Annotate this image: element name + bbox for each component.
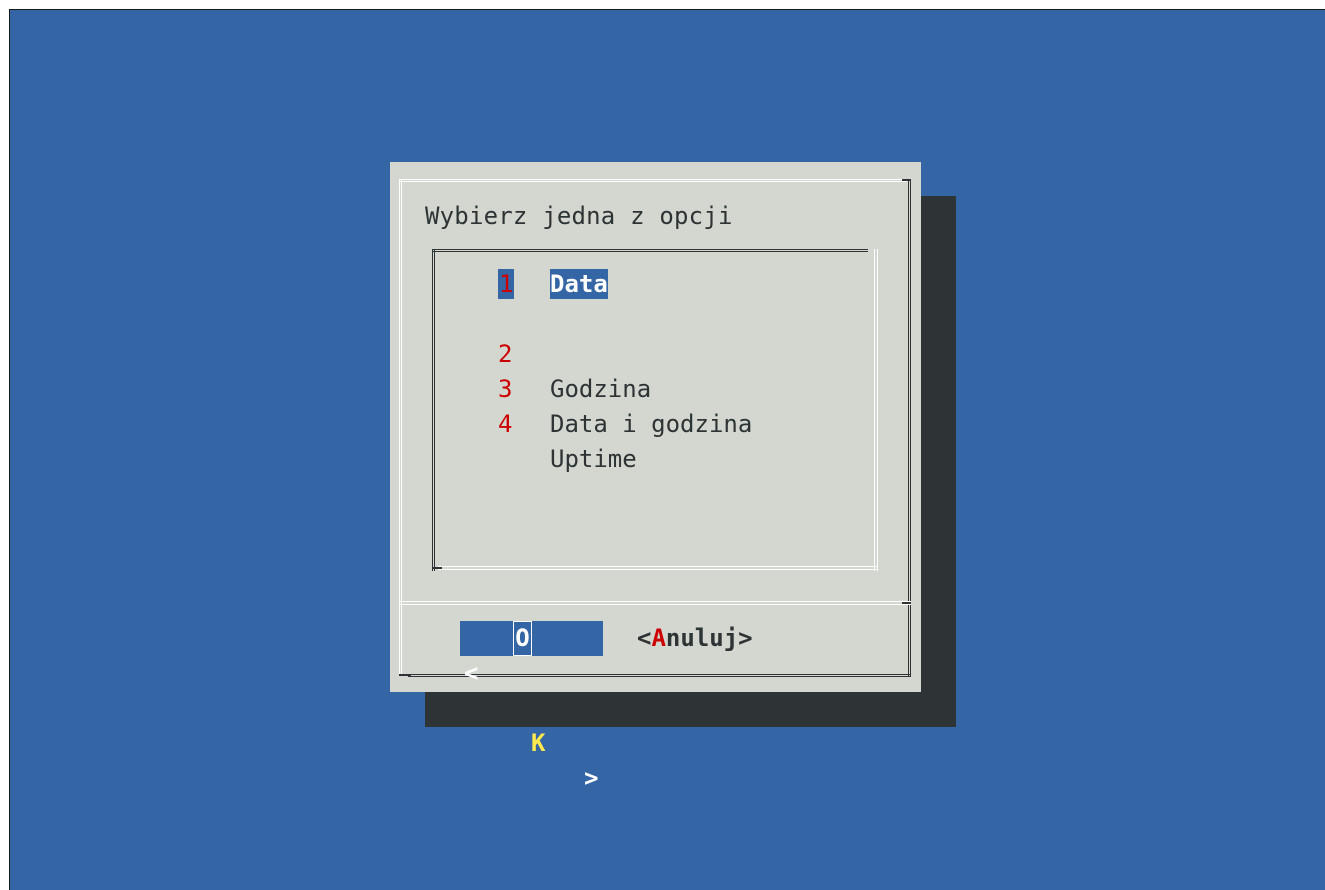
dialog-frame-corner (902, 179, 910, 181)
list-box-border-right (874, 249, 878, 571)
dialog-frame-top (399, 179, 907, 182)
menu-dialog: Wybierz jedna z opcji 1 Data 2 Godzina 3… (390, 162, 921, 792)
menu-item-godzina[interactable]: 2 Godzina (452, 302, 651, 403)
cancel-button-close: > (738, 624, 753, 652)
terminal-screen: Wybierz jedna z opcji 1 Data 2 Godzina 3… (9, 9, 1325, 890)
menu-item-label: Data (550, 269, 608, 299)
menu-item-label: Data i godzina (550, 410, 753, 438)
button-separator-cap (902, 602, 910, 604)
list-box-border-bottom (438, 566, 878, 570)
cancel-button[interactable]: <Anuluj> (637, 621, 753, 656)
dialog-title: Wybierz jedna z opcji (425, 202, 733, 230)
menu-item-label: Uptime (550, 445, 637, 473)
list-box-border-top (432, 249, 868, 252)
menu-item-uptime[interactable]: 4 Uptime (452, 372, 637, 473)
button-separator (399, 601, 911, 605)
menu-item-tag: 4 (498, 410, 513, 438)
ok-button[interactable]: < O K > (460, 621, 603, 792)
menu-item-data[interactable]: 1 Data (452, 267, 608, 302)
cancel-button-hotkey: A (651, 624, 666, 652)
menu-item-tag: 1 (498, 269, 515, 299)
cancel-button-open: < (637, 624, 652, 652)
ok-button-hotkey: K (531, 729, 546, 757)
menu-list: 1 Data 2 Godzina 3 Data i godzina 4 Upti… (452, 267, 752, 473)
list-box-border-left (432, 249, 435, 571)
ok-button-cursor-letter: O (513, 621, 532, 656)
cancel-button-rest: nuluj (665, 624, 739, 652)
menu-item-data-i-godzina[interactable]: 3 Data i godzina (452, 337, 752, 438)
list-box-border-corner (432, 567, 442, 569)
ok-button-left-bracket: < (464, 659, 479, 687)
ok-button-right-bracket: > (584, 764, 599, 792)
dialog-frame-corner-bottom (399, 674, 411, 676)
